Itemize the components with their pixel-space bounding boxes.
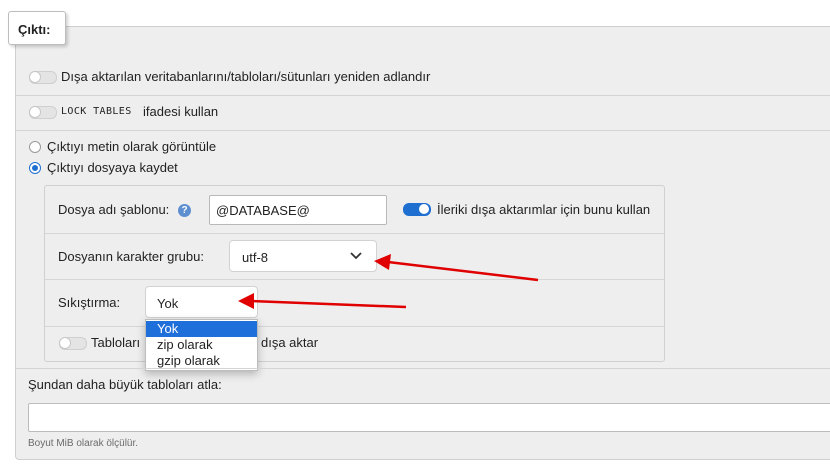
arrow-to-charset [374, 254, 539, 282]
arrow-to-compression [238, 293, 407, 309]
annotation-arrows [238, 254, 539, 309]
